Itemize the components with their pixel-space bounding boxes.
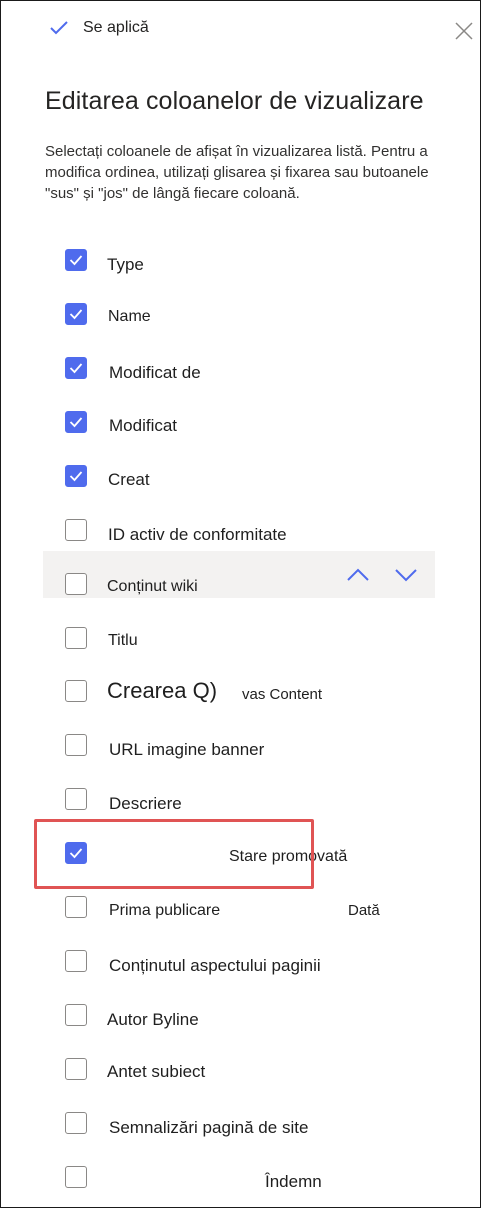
chevron-down-icon (395, 569, 417, 586)
column-row-page-layout-content[interactable]: Conținutul aspectului paginii (1, 950, 480, 1004)
column-label: Îndemn (265, 1172, 322, 1191)
column-label: URL imagine banner (109, 740, 265, 759)
checkbox[interactable] (65, 1166, 87, 1188)
column-row-topic-header[interactable]: Antet subiect (1, 1058, 480, 1112)
column-row-modified[interactable]: Modificat (1, 411, 480, 465)
column-row-promoted-state[interactable]: Stare promovată (1, 842, 480, 896)
close-button[interactable] (454, 21, 474, 41)
column-row-name[interactable]: Name (1, 303, 480, 357)
chevron-up-icon (347, 568, 369, 586)
column-row-type[interactable]: Type (1, 249, 480, 303)
checkbox[interactable] (65, 734, 87, 756)
checkbox[interactable] (65, 842, 87, 864)
edit-view-columns-panel: Se aplică Editarea coloanelor de vizuali… (0, 0, 481, 1208)
move-up-button[interactable] (347, 568, 369, 587)
column-row-call-to-action[interactable]: Îndemn (1, 1166, 480, 1207)
checkbox[interactable] (65, 411, 87, 433)
column-label: Stare promovată (229, 848, 348, 865)
row-hover-background (43, 551, 435, 598)
column-row-description[interactable]: Descriere (1, 788, 480, 842)
column-row-modified-by[interactable]: Modificat de (1, 357, 480, 411)
apply-label: Se aplică (83, 19, 149, 36)
column-label: ID activ de conformitate (108, 525, 287, 544)
column-label: Titlu (108, 632, 138, 649)
checkbox[interactable] (65, 249, 87, 271)
column-label: Modificat (109, 416, 178, 435)
checkbox[interactable] (65, 519, 87, 541)
column-row-site-page-flags[interactable]: Semnalizări pagină de site (1, 1112, 480, 1166)
column-label: Conținutul aspectului paginii (109, 956, 321, 975)
column-label: Name (108, 308, 151, 325)
column-label: Antet subiect (107, 1062, 206, 1081)
checkbox[interactable] (65, 1058, 87, 1080)
column-row-author-byline[interactable]: Autor Byline (1, 1004, 480, 1058)
checkbox[interactable] (65, 1112, 87, 1134)
column-label: Type (107, 255, 144, 274)
column-label: Autor Byline (107, 1010, 199, 1029)
column-label: Conținut wiki (107, 578, 198, 595)
column-label: Prima publicare (109, 902, 221, 919)
column-label: Descriere (109, 794, 182, 813)
apply-button[interactable]: Se aplică (49, 19, 149, 37)
column-row-banner-image-url[interactable]: URL imagine banner (1, 734, 480, 788)
checkbox[interactable] (65, 680, 87, 702)
column-row-wiki-content[interactable]: Conținut wiki (1, 551, 480, 605)
checkbox[interactable] (65, 788, 87, 810)
column-label: Crearea Q) (107, 678, 218, 703)
checkbox[interactable] (65, 627, 87, 649)
checkbox[interactable] (65, 465, 87, 487)
panel-title: Editarea coloanelor de vizualizare (45, 87, 424, 115)
checkbox[interactable] (65, 950, 87, 972)
column-label: Modificat de (109, 363, 201, 382)
column-row-title[interactable]: Titlu (1, 627, 480, 681)
checkmark-icon (49, 20, 69, 36)
checkbox[interactable] (65, 357, 87, 379)
checkbox[interactable] (65, 1004, 87, 1026)
column-row-created[interactable]: Creat (1, 465, 480, 519)
panel-description: Selectați coloanele de afișat în vizuali… (45, 143, 429, 202)
column-label: Creat (108, 470, 150, 489)
checkbox[interactable] (65, 573, 87, 595)
column-row-first-published-date[interactable]: Prima publicare Dată (1, 896, 480, 950)
column-row-canvas-content[interactable]: Crearea Q) vas Content (1, 678, 480, 734)
close-icon (454, 22, 474, 45)
move-down-button[interactable] (395, 568, 417, 587)
checkbox[interactable] (65, 896, 87, 918)
checkbox[interactable] (65, 303, 87, 325)
column-label-extra: Dată (348, 902, 380, 919)
column-label-extra: vas Content (242, 686, 323, 703)
column-label: Semnalizări pagină de site (109, 1118, 309, 1137)
